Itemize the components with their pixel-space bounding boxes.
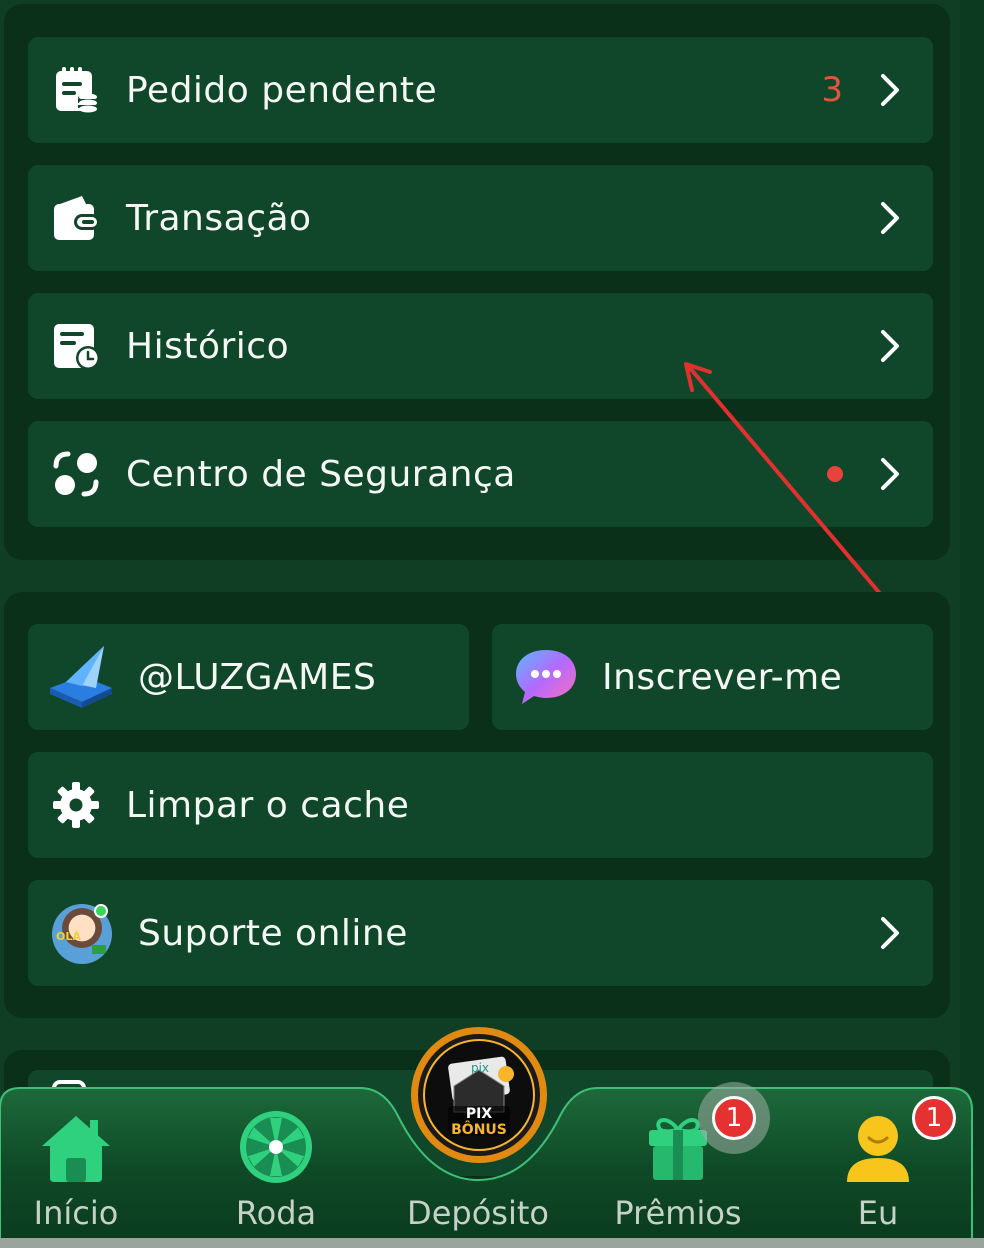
telegram-icon: [50, 646, 112, 708]
device-bottom-bar: [0, 1238, 984, 1248]
chevron-right-icon: [881, 74, 899, 106]
user-icon: [847, 1116, 909, 1182]
nav-item-wheel[interactable]: Roda: [178, 1088, 374, 1248]
menu-item-label: Centro de Segurança: [126, 453, 516, 495]
telegram-label: @LUZGAMES: [138, 656, 377, 698]
menu-item-label: Limpar o cache: [126, 784, 410, 826]
online-status-dot: [94, 904, 108, 918]
nav-label: Eu: [857, 1194, 899, 1232]
background-strip: [960, 0, 984, 1248]
chevron-right-icon: [881, 917, 899, 949]
telegram-channel-button[interactable]: @LUZGAMES: [28, 624, 469, 730]
pix-logo-text: pix: [471, 1061, 489, 1075]
subscribe-button[interactable]: Inscrever-me: [492, 624, 933, 730]
gear-icon: [53, 782, 99, 828]
prizes-badge: 1: [712, 1096, 756, 1140]
wallet-icon: [54, 196, 100, 240]
nav-item-home[interactable]: Início: [0, 1088, 174, 1248]
home-icon: [42, 1116, 110, 1182]
chat-bubble-icon: [516, 650, 576, 704]
wheel-icon: [240, 1111, 312, 1183]
coin-text-bottom: BÔNUS: [451, 1120, 507, 1138]
nav-label: Depósito: [407, 1194, 549, 1232]
pending-count: 3: [821, 70, 843, 110]
avatar-badge-text: OLÁ: [56, 930, 81, 943]
subscribe-label: Inscrever-me: [602, 656, 843, 698]
nav-label: Início: [33, 1194, 119, 1232]
chevron-right-icon: [881, 202, 899, 234]
menu-item-online-support[interactable]: OLÁ Suporte online: [28, 880, 933, 986]
coin-text-top: PIX: [466, 1106, 492, 1122]
menu-item-label: Transação: [126, 197, 312, 239]
security-shapes-icon: [53, 451, 99, 497]
menu-item-label: Histórico: [126, 325, 290, 367]
pix-bonus-coin-button[interactable]: PIX BÔNUS pix: [410, 1026, 548, 1164]
menu-item-label: Pedido pendente: [126, 69, 438, 111]
extra-menu-card: @LUZGAMES Inscrever-me Limpar o cache OL…: [4, 592, 950, 1018]
menu-item-label: Suporte online: [138, 912, 408, 954]
clipboard-coins-icon: [56, 67, 98, 113]
nav-label: Prêmios: [614, 1194, 742, 1232]
nav-label: Roda: [235, 1194, 317, 1232]
menu-item-clear-cache[interactable]: Limpar o cache: [28, 752, 933, 858]
me-badge: 1: [912, 1096, 956, 1140]
document-clock-icon: [54, 324, 100, 370]
menu-item-pending-order[interactable]: Pedido pendente 3: [28, 37, 933, 143]
menu-item-transaction[interactable]: Transação: [28, 165, 933, 271]
